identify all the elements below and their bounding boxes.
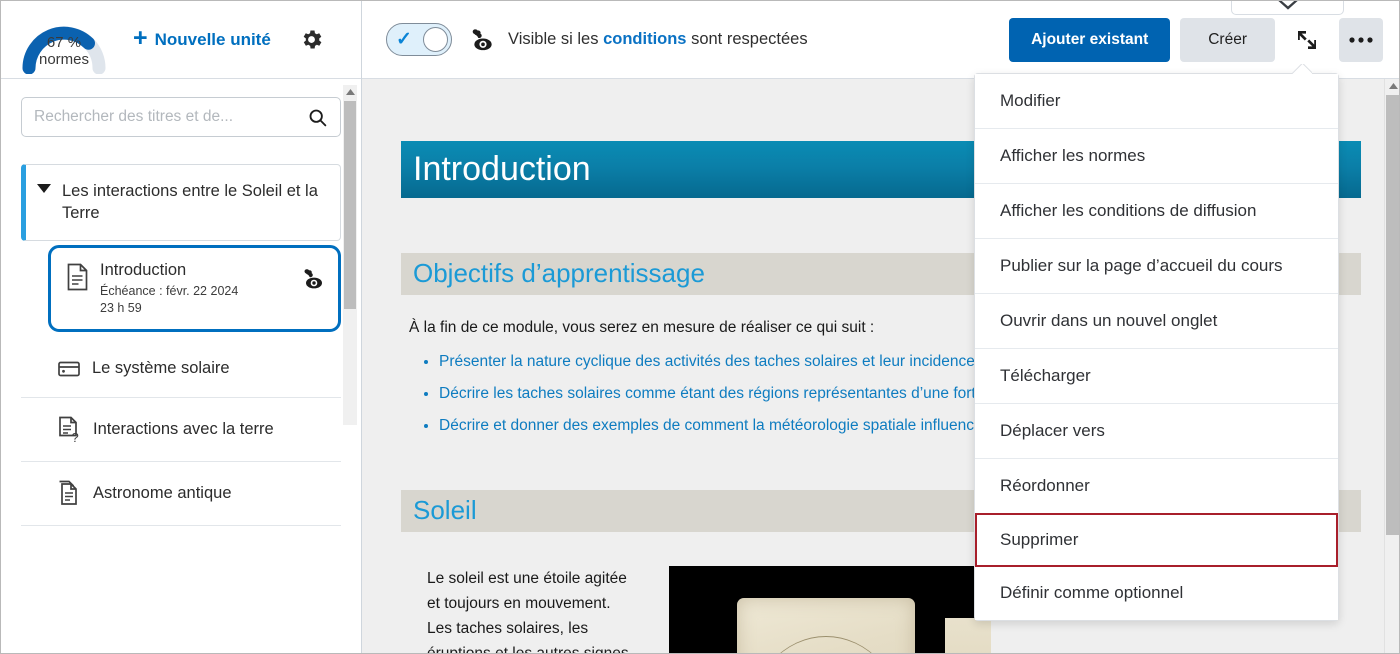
unit-children-list: Le système solaire ? Interactions avec l… — [1, 340, 361, 527]
item-due-date-line1: Échéance : févr. 22 2024 — [100, 284, 239, 299]
application-window: 67 % normes + Nouvelle unité Rechercher … — [0, 0, 1400, 654]
content-toolbar: ✓ Visible si les conditions sont respect… — [362, 1, 1399, 79]
document-icon — [65, 263, 90, 296]
toggle-knob — [423, 27, 448, 52]
more-options-button[interactable] — [1339, 17, 1383, 62]
sidebar-item-introduction[interactable]: Introduction Échéance : févr. 22 2024 23… — [48, 244, 341, 332]
section-heading-text: Objectifs d’apprentissage — [413, 258, 705, 288]
menu-item-definir-comme-optionnel[interactable]: Définir comme optionnel — [975, 566, 1338, 620]
new-unit-label: Nouvelle unité — [154, 29, 271, 49]
create-button[interactable]: Créer — [1180, 17, 1275, 62]
scroll-up-arrow-icon[interactable] — [343, 85, 357, 99]
sidebar-item-interactions-avec-la-terre[interactable]: ? Interactions avec la terre — [21, 398, 341, 463]
conditions-eye-icon[interactable] — [302, 268, 326, 295]
sidebar-item-astronome-antique[interactable]: Astronome antique — [21, 462, 341, 527]
gauge-percent: 67 % — [46, 33, 82, 51]
quiz-icon: ? — [57, 416, 82, 443]
condition-text-after: sont respectées — [686, 30, 808, 48]
documents-icon — [57, 480, 82, 507]
scrollbar-thumb[interactable] — [344, 101, 356, 309]
menu-item-modifier[interactable]: Modifier — [975, 74, 1338, 129]
page-title: Introduction — [413, 150, 591, 188]
gauge-label: normes — [38, 50, 90, 68]
content-scrollbar[interactable] — [1384, 79, 1399, 653]
plus-icon: + — [133, 24, 148, 52]
item-title: Introduction — [100, 260, 187, 279]
collapse-chevron-button[interactable] — [1231, 1, 1344, 15]
chevron-down-icon — [1277, 1, 1298, 10]
conditions-link[interactable]: conditions — [603, 30, 686, 48]
unit-title: Les interactions entre le Soleil et la T… — [62, 182, 318, 223]
sidebar-item-label: Astronome antique — [93, 484, 232, 503]
item-texts: Introduction Échéance : févr. 22 2024 23… — [100, 260, 292, 317]
sidebar-item-label: Interactions avec la terre — [93, 420, 274, 439]
standards-gauge: 67 % normes — [15, 12, 113, 74]
unit-card[interactable]: Les interactions entre le Soleil et la T… — [21, 164, 341, 241]
menu-item-afficher-conditions-diffusion[interactable]: Afficher les conditions de diffusion — [975, 184, 1338, 239]
context-menu: Modifier Afficher les normes Afficher le… — [974, 73, 1339, 621]
outline-header: 67 % normes + Nouvelle unité — [1, 1, 361, 79]
conditions-eye-icon — [470, 28, 496, 52]
gear-icon — [303, 30, 322, 49]
soleil-paragraph: Le soleil est une étoile agitée et toujo… — [427, 570, 629, 654]
toolbar-actions: Ajouter existant Créer — [1009, 17, 1383, 62]
collapse-caret-icon[interactable] — [26, 180, 62, 225]
more-options-icon — [1349, 36, 1373, 43]
slides-icon — [57, 359, 81, 379]
menu-item-publier-page-accueil[interactable]: Publier sur la page d’accueil du cours — [975, 239, 1338, 294]
menu-item-deplacer-vers[interactable]: Déplacer vers — [975, 404, 1338, 459]
visibility-toggle[interactable]: ✓ — [386, 23, 452, 56]
svg-text:?: ? — [72, 430, 79, 443]
add-existing-button[interactable]: Ajouter existant — [1009, 17, 1171, 62]
parchment-edge — [945, 618, 991, 653]
menu-item-reordonner[interactable]: Réordonner — [975, 459, 1338, 514]
scroll-up-arrow-icon[interactable] — [1385, 79, 1399, 93]
menu-item-telecharger[interactable]: Télécharger — [975, 349, 1338, 404]
manuscript-image — [669, 566, 991, 653]
course-outline-panel: 67 % normes + Nouvelle unité Rechercher … — [1, 1, 362, 653]
search-input[interactable] — [34, 108, 307, 126]
search-box[interactable] — [21, 97, 341, 137]
sidebar-item-le-systeme-solaire[interactable]: Le système solaire — [21, 340, 341, 399]
menu-pointer — [1292, 64, 1312, 74]
item-due-date-line2: 23 h 59 — [100, 301, 142, 316]
menu-item-ouvrir-nouvel-onglet[interactable]: Ouvrir dans un nouvel onglet — [975, 294, 1338, 349]
expand-button[interactable] — [1285, 18, 1329, 62]
search-row — [1, 79, 361, 137]
expand-icon — [1298, 30, 1316, 49]
menu-item-supprimer[interactable]: Supprimer — [975, 513, 1338, 567]
visibility-condition-text: Visible si les conditions sont respectée… — [508, 30, 808, 49]
settings-gear-button[interactable] — [299, 27, 324, 52]
search-icon[interactable] — [307, 107, 328, 128]
condition-text-before: Visible si les — [508, 30, 604, 48]
unit-tree: Les interactions entre le Soleil et la T… — [1, 164, 361, 332]
check-icon: ✓ — [396, 29, 412, 50]
new-unit-button[interactable]: + Nouvelle unité — [133, 24, 271, 52]
menu-item-afficher-les-normes[interactable]: Afficher les normes — [975, 129, 1338, 184]
section-heading-text: Soleil — [413, 495, 477, 525]
gauge-text: 67 % normes — [15, 34, 113, 69]
scrollbar-thumb[interactable] — [1386, 95, 1399, 535]
sidebar-item-label: Le système solaire — [92, 358, 230, 377]
outline-scrollbar[interactable] — [343, 85, 357, 425]
parchment-illustration — [737, 598, 915, 653]
